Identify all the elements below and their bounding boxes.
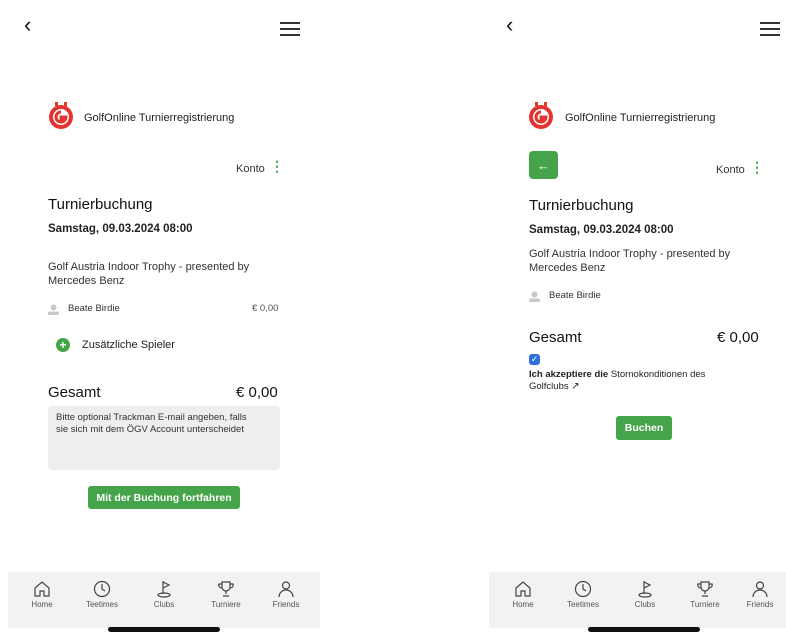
konto-link[interactable]: Konto	[716, 164, 745, 176]
trackman-email-field[interactable]: Bitte optional Trackman E-mail angeben, …	[48, 406, 280, 470]
tab-turniere[interactable]: Turniere	[200, 580, 252, 609]
player-name: Beate Birdie	[549, 290, 601, 301]
home-icon	[34, 581, 50, 597]
tournament-name-line2: Mercedes Benz	[48, 275, 125, 287]
tab-teetimes[interactable]: Teetimes	[76, 580, 128, 609]
clock-icon	[93, 580, 111, 598]
brand-title: GolfOnline Turnierregistrierung	[84, 112, 235, 124]
tournament-name-line1: Golf Austria Indoor Trophy - presented b…	[48, 261, 250, 273]
back-chevron-icon[interactable]: ‹	[24, 14, 31, 36]
left-screen: ‹ GolfOnline Turnierregistrierung Konto …	[0, 0, 330, 632]
trophy-icon	[697, 581, 713, 597]
right-screen: ‹ GolfOnline Turnierregistrierung ← Kont…	[480, 0, 786, 632]
golf-flag-icon	[638, 581, 652, 598]
hamburger-menu-icon[interactable]	[760, 22, 780, 36]
brand-title: GolfOnline Turnierregistrierung	[565, 112, 716, 124]
tab-clubs[interactable]: Clubs	[619, 580, 671, 609]
total-value: € 0,00	[236, 384, 278, 401]
person-icon	[752, 581, 768, 598]
terms-link[interactable]: Stornokonditionen des	[611, 369, 706, 380]
tab-clubs-label: Clubs	[153, 600, 175, 609]
tournament-date: Samstag, 09.03.2024 08:00	[48, 223, 193, 235]
tab-friends[interactable]: Friends	[734, 580, 786, 609]
person-icon	[278, 581, 294, 598]
tab-friends-label: Friends	[272, 600, 300, 609]
golfonline-logo-icon	[48, 102, 74, 135]
tab-clubs[interactable]: Clubs	[138, 580, 190, 609]
continue-booking-button[interactable]: Mit der Buchung fortfahren	[88, 486, 240, 509]
tab-home[interactable]: Home	[16, 580, 68, 609]
tab-teetimes-label: Teetimes	[85, 600, 118, 609]
tournament-name-line1: Golf Austria Indoor Trophy - presented b…	[529, 248, 731, 260]
tab-turniere[interactable]: Turniere	[679, 580, 731, 609]
back-chevron-icon[interactable]: ‹	[506, 14, 513, 36]
page-title: Turnierbuchung	[48, 196, 153, 213]
tab-friends[interactable]: Friends	[260, 580, 312, 609]
golf-flag-icon	[157, 581, 171, 598]
tab-home[interactable]: Home	[497, 580, 549, 609]
home-indicator	[108, 627, 220, 632]
user-icon	[529, 289, 540, 307]
book-button[interactable]: Buchen	[616, 416, 672, 440]
bottom-tab-bar: Home Teetimes Clubs Turniere Friends	[8, 572, 320, 628]
page-title: Turnierbuchung	[529, 197, 634, 214]
tab-home-label: Home	[512, 600, 534, 609]
tournament-name: Golf Austria Indoor Trophy - presented b…	[48, 260, 249, 288]
bottom-tab-bar: Home Teetimes Clubs Turniere Friends	[489, 572, 786, 628]
add-player-icon[interactable]: +	[56, 338, 70, 352]
player-name: Beate Birdie	[68, 303, 120, 314]
arrow-left-icon: ←	[537, 157, 550, 173]
kebab-menu-icon[interactable]: ⋮	[750, 160, 764, 174]
tab-turniere-label: Turniere	[690, 600, 720, 609]
golfonline-logo-icon	[528, 102, 554, 135]
trackman-hint-line2: sie sich mit dem ÖGV Account unterscheid…	[56, 424, 244, 435]
tab-clubs-label: Clubs	[634, 600, 656, 609]
tournament-name-line2: Mercedes Benz	[529, 262, 606, 274]
kebab-menu-icon[interactable]: ⋮	[270, 159, 284, 173]
hamburger-menu-icon[interactable]	[280, 22, 300, 36]
tab-teetimes-label: Teetimes	[566, 600, 599, 609]
konto-link[interactable]: Konto	[236, 163, 265, 175]
total-label: Gesamt	[48, 384, 101, 401]
total-value: € 0,00	[717, 329, 759, 346]
total-label: Gesamt	[529, 329, 582, 346]
terms-prefix: Ich akzeptiere die	[529, 369, 609, 380]
trackman-hint-line1: Bitte optional Trackman E-mail angeben, …	[56, 412, 247, 423]
terms-text: Ich akzeptiere die Stornokonditionen des…	[529, 369, 759, 393]
home-icon	[515, 581, 531, 597]
player-price: € 0,00	[252, 303, 279, 314]
tab-home-label: Home	[31, 600, 53, 609]
tab-turniere-label: Turniere	[211, 600, 241, 609]
add-players-button[interactable]: Zusätzliche Spieler	[82, 339, 175, 351]
tab-friends-label: Friends	[746, 600, 774, 609]
trophy-icon	[218, 581, 234, 597]
clock-icon	[574, 580, 592, 598]
external-link-icon[interactable]: ↗︎	[571, 381, 579, 392]
tournament-name: Golf Austria Indoor Trophy - presented b…	[529, 247, 730, 275]
back-arrow-button[interactable]: ←	[529, 151, 558, 179]
accept-terms-checkbox[interactable]: ✓	[529, 354, 540, 365]
tournament-date: Samstag, 09.03.2024 08:00	[529, 224, 674, 236]
terms-link-line2[interactable]: Golfclubs	[529, 381, 569, 392]
user-icon	[48, 302, 59, 320]
tab-teetimes[interactable]: Teetimes	[557, 580, 609, 609]
home-indicator	[588, 627, 700, 632]
